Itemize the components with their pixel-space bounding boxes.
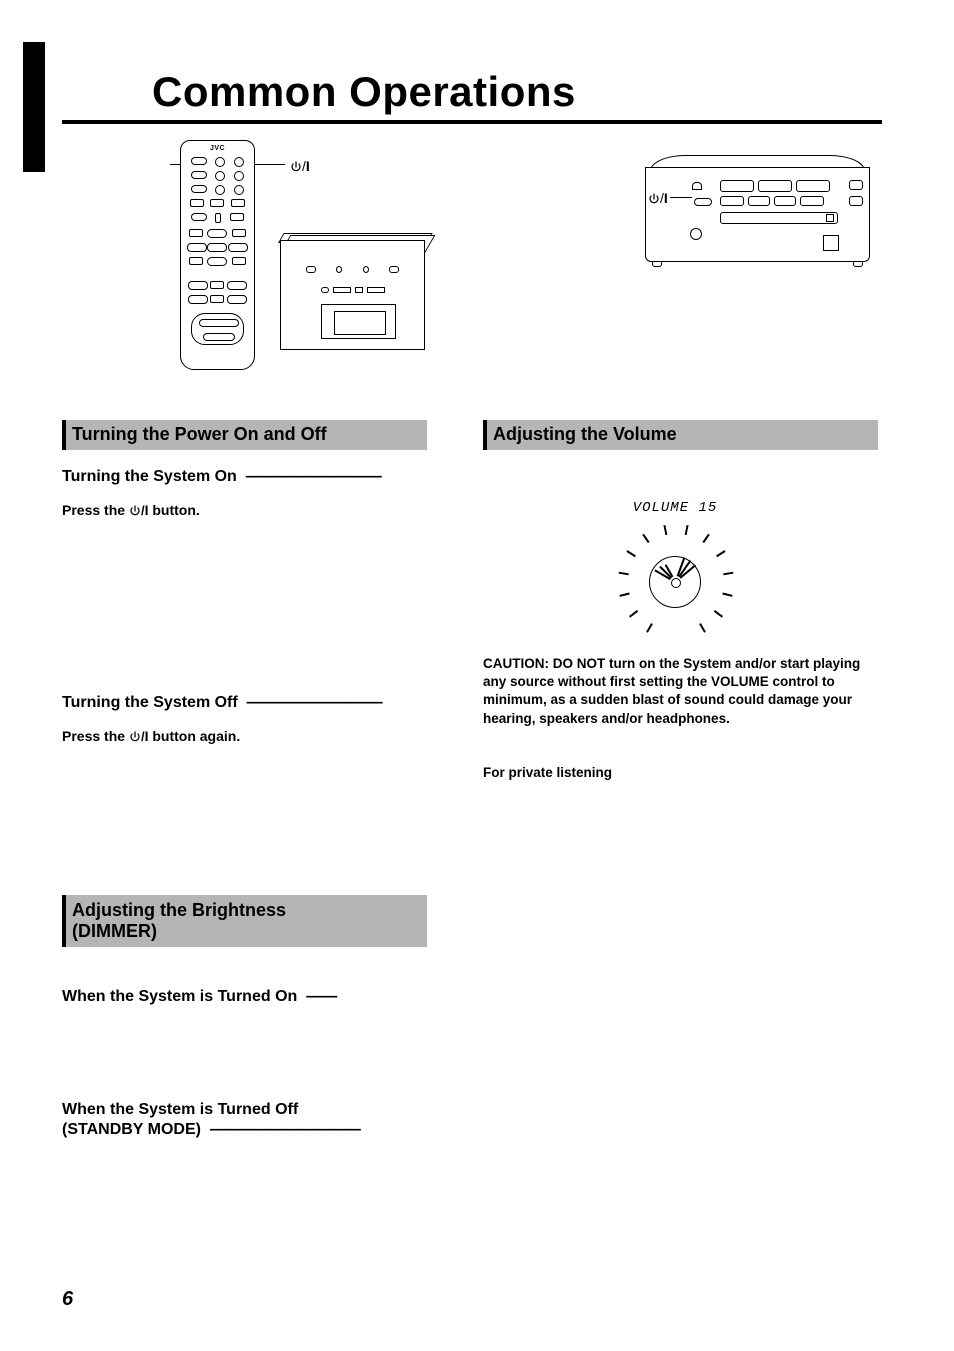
power-icon <box>290 161 302 173</box>
subheading-system-on-text: Turning the System On <box>62 468 237 485</box>
instruction-press-power-on: Press the /I button. <box>62 502 200 518</box>
subheading-dimmer-on: When the System is Turned On —— <box>62 988 336 1006</box>
instr-post: button. <box>148 502 199 518</box>
power-icon <box>129 731 141 743</box>
dimmer-off-line2: (STANDBY MODE) <box>62 1121 201 1138</box>
side-tab <box>23 42 45 172</box>
instr-pre: Press the <box>62 728 129 744</box>
dash-fill: —————————— <box>210 1121 360 1138</box>
section-heading-volume: Adjusting the Volume <box>483 420 878 450</box>
dimmer-heading-line1: Adjusting the Brightness <box>72 900 419 921</box>
title-rule <box>62 120 882 124</box>
volume-dial-illustration: VOLUME 15 <box>600 500 750 642</box>
dash-fill: ————————— <box>246 468 381 485</box>
instruction-press-power-off: Press the /I button again. <box>62 728 240 744</box>
subwoofer-diagram <box>275 235 430 355</box>
subheading-system-off: Turning the System Off ————————— <box>62 694 382 712</box>
section-heading-power: Turning the Power On and Off <box>62 420 427 450</box>
section-heading-dimmer: Adjusting the Brightness (DIMMER) <box>62 895 427 947</box>
private-listening-label: For private listening <box>483 764 612 782</box>
volume-display-text: VOLUME 15 <box>600 500 750 516</box>
dimmer-on-text: When the System is Turned On <box>62 988 297 1005</box>
page-number: 6 <box>62 1288 73 1311</box>
main-unit-diagram <box>625 155 875 275</box>
remote-brand: JVC <box>181 145 254 152</box>
caution-text: CAUTION: DO NOT turn on the System and/o… <box>483 655 878 728</box>
subheading-system-on: Turning the System On ————————— <box>62 468 381 486</box>
instr-post: button again. <box>148 728 240 744</box>
dimmer-heading-line2: (DIMMER) <box>72 921 419 942</box>
subheading-system-off-text: Turning the System Off <box>62 694 238 711</box>
dimmer-off-line1: When the System is Turned Off <box>62 1100 360 1120</box>
page-title: Common Operations <box>152 68 576 116</box>
dash-fill: —— <box>306 988 336 1005</box>
power-icon <box>648 193 660 205</box>
dash-fill: ————————— <box>247 694 382 711</box>
power-icon-label-remote: /I <box>290 158 310 174</box>
power-icon-label-unit: /I <box>648 190 668 206</box>
remote-diagram: JVC <box>170 140 265 370</box>
subheading-dimmer-off: When the System is Turned Off (STANDBY M… <box>62 1100 360 1140</box>
power-icon <box>129 505 141 517</box>
instr-pre: Press the <box>62 502 129 518</box>
